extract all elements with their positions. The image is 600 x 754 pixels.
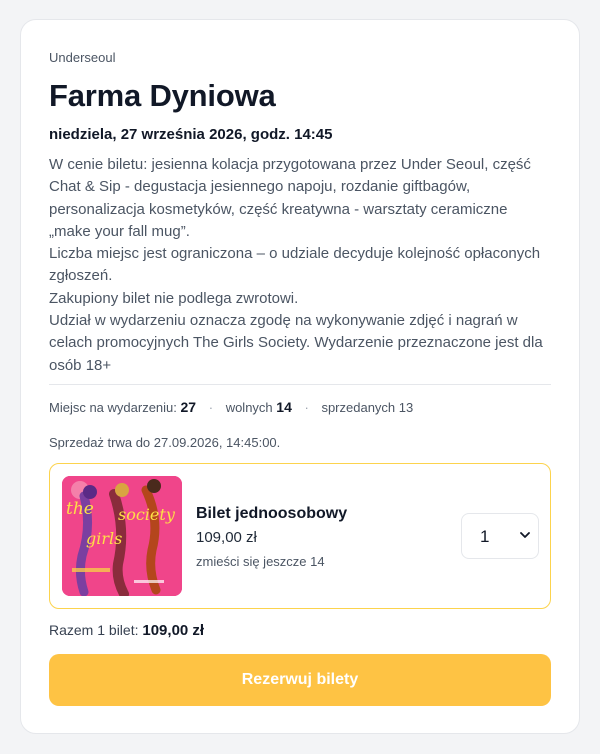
seats-label: Miejsc na wydarzeniu: xyxy=(49,400,177,415)
sale-deadline: Sprzedaż trwa do 27.09.2026, 14:45:00. xyxy=(49,435,281,450)
divider xyxy=(49,384,551,385)
total-label: Razem 1 bilet: xyxy=(49,622,139,638)
sold-label: sprzedanych xyxy=(321,400,396,415)
seat-stats: Miejsc na wydarzeniu: 27 · wolnych 14 · … xyxy=(49,399,413,415)
separator-dot: · xyxy=(304,400,309,415)
description-paragraph: Zakupiony bilet nie podlega zwrotowi. xyxy=(49,289,299,307)
quantity-select[interactable]: 1 xyxy=(461,513,539,559)
total-amount: 109,00 zł xyxy=(142,622,205,639)
ticket-image: the society girls xyxy=(62,476,182,596)
chevron-down-icon xyxy=(520,532,530,538)
event-description: W cenie biletu: jesienna kolacja przygot… xyxy=(49,154,551,377)
description-paragraph: Liczba miejsc jest ograniczona – o udzia… xyxy=(49,245,541,285)
event-card: Underseoul Farma Dyniowa niedziela, 27 w… xyxy=(20,19,580,734)
quantity-value: 1 xyxy=(480,527,490,546)
sold-value: 13 xyxy=(398,400,414,415)
event-date: niedziela, 27 września 2026, godz. 14:45 xyxy=(49,126,333,143)
ticket-availability: zmieści się jeszcze 14 xyxy=(196,554,325,569)
description-paragraph: W cenie biletu: jesienna kolacja przygot… xyxy=(49,156,531,240)
reserve-tickets-button[interactable]: Rezerwuj bilety xyxy=(49,654,551,706)
event-poster-illustration: the society girls xyxy=(62,476,182,596)
separator-dot: · xyxy=(208,400,214,415)
event-title: Farma Dyniowa xyxy=(49,78,276,113)
free-label: wolnych xyxy=(225,400,273,415)
poster-text: the xyxy=(66,499,94,519)
order-total: Razem 1 bilet: 109,00 zł xyxy=(49,622,204,639)
ticket-price: 109,00 zł xyxy=(196,529,257,546)
ticket-name: Bilet jednoosobowy xyxy=(196,505,348,522)
seats-value: 27 xyxy=(180,399,197,415)
ticket-option: the society girls Bilet jednoosobowy 109… xyxy=(49,463,551,609)
poster-text: society xyxy=(118,505,176,524)
free-value: 14 xyxy=(276,399,292,415)
description-paragraph: Udział w wydarzeniu oznacza zgodę na wyk… xyxy=(49,312,543,374)
organizer-name: Underseoul xyxy=(49,50,116,65)
poster-text: girls xyxy=(86,529,122,548)
